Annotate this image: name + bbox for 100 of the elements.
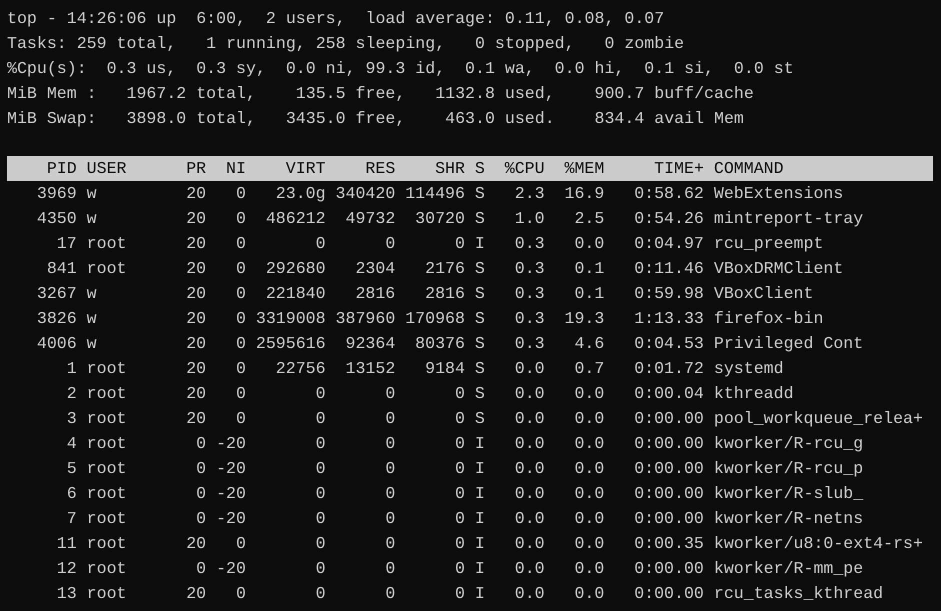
table-cell-text: 170968 [405, 308, 465, 330]
summary-line: Tasks: 259 total, 1 running, 258 sleeping, 0 stopped, 0 zombie [7, 33, 684, 55]
table-cell-text: -20 [216, 558, 246, 580]
table-cell-text: 12 [56, 558, 77, 580]
table-cell-text: 0 [316, 583, 326, 605]
table-cell-text: root [86, 383, 126, 405]
table-cell-text: 22756 [276, 358, 326, 380]
table-cell-text: 20 [186, 333, 206, 355]
table-cell-text: 0 [455, 458, 465, 480]
table-cell-text: S [474, 383, 485, 405]
table-cell-text: kworker/R-slub_ [714, 483, 864, 505]
table-cell-text: 3969 [36, 183, 77, 205]
column-header: PID [46, 158, 77, 180]
table-cell-text: 0.1 [574, 258, 604, 280]
table-cell-text: VBoxDRMClient [714, 258, 844, 280]
table-cell-text: 0 [236, 583, 246, 605]
table-cell-text: 0 [236, 333, 246, 355]
table-cell-text: 11 [56, 533, 77, 555]
table-cell-text: 0 [236, 308, 246, 330]
table-cell-text: w [86, 183, 97, 205]
table-cell-text: rcu_preempt [714, 233, 824, 255]
table-cell-text: 0:00.00 [634, 458, 704, 480]
table-cell-text: 0 [455, 508, 465, 530]
table-cell-text: 1 [66, 358, 77, 380]
table-cell-text: kworker/R-netns [714, 508, 864, 530]
table-cell-text: 0.0 [514, 533, 545, 555]
table-cell-text: 0.0 [514, 583, 545, 605]
table-cell-text: 0:00.00 [634, 583, 704, 605]
table-cell-text: 0.3 [514, 333, 545, 355]
table-cell-text: 0 [316, 558, 326, 580]
table-cell-text: 20 [186, 533, 206, 555]
table-cell-text: 20 [186, 208, 206, 230]
table-cell-text: 0.0 [574, 408, 604, 430]
table-cell-text: 0 [236, 208, 246, 230]
table-cell-text: 0:00.35 [634, 533, 704, 555]
table-cell-text: 0 [236, 383, 246, 405]
table-cell-text: 20 [186, 183, 206, 205]
table-cell-text: 20 [186, 308, 206, 330]
table-cell-text: 0 [316, 483, 326, 505]
table-cell-text: 49732 [345, 208, 396, 230]
table-cell-text: 0 [385, 458, 396, 480]
table-cell-text: 20 [186, 358, 206, 380]
table-cell-text: root [86, 533, 126, 555]
table-cell-text: 0:59.98 [634, 283, 704, 305]
column-header: %MEM [564, 158, 604, 180]
table-cell-text: 0 [455, 483, 465, 505]
table-cell-text: 16.9 [564, 183, 604, 205]
table-cell-text: 3 [66, 408, 77, 430]
table-cell-text: 0 [455, 408, 465, 430]
table-cell-text: kworker/R-mm_pe [714, 558, 864, 580]
table-cell-text: I [474, 508, 485, 530]
table-cell-text: 3826 [36, 308, 77, 330]
table-cell-text: 0.0 [514, 358, 545, 380]
table-cell-text: I [474, 233, 485, 255]
table-cell-text: I [474, 483, 485, 505]
table-cell-text: 0 [236, 258, 246, 280]
table-cell-text: 0.0 [514, 383, 545, 405]
table-cell-text: mintreport-tray [714, 208, 864, 230]
table-cell-text: -20 [216, 433, 246, 455]
table-cell-text: 3267 [36, 283, 77, 305]
table-cell-text: 0 [316, 233, 326, 255]
table-cell-text: S [474, 333, 485, 355]
column-header: USER [86, 158, 126, 180]
table-cell-text: 0:00.00 [634, 483, 704, 505]
table-cell-text: 0.0 [514, 508, 545, 530]
table-cell-text: 0.0 [574, 233, 604, 255]
table-cell-text: 0.0 [574, 383, 604, 405]
table-cell-text: w [86, 333, 97, 355]
column-header: %CPU [504, 158, 545, 180]
table-cell-text: 0 [385, 483, 396, 505]
table-cell-text: 4 [66, 433, 77, 455]
table-cell-text: kworker/R-rcu_g [714, 433, 864, 455]
table-cell-text: 0 [455, 558, 465, 580]
table-cell-text: rcu_tasks_kthread [714, 583, 884, 605]
table-cell-text: 13152 [345, 358, 396, 380]
table-cell-text: 0.3 [514, 258, 545, 280]
table-cell-text: I [474, 433, 485, 455]
table-cell-text: 0:11.46 [634, 258, 704, 280]
table-cell-text: 0:04.53 [634, 333, 704, 355]
table-cell-text: 0.3 [514, 233, 545, 255]
table-cell-text: root [86, 458, 126, 480]
table-cell-text: 0 [196, 433, 206, 455]
table-cell-text: 0 [236, 408, 246, 430]
table-cell-text: 0 [316, 533, 326, 555]
table-cell-text: 30720 [415, 208, 465, 230]
table-cell-text: root [86, 433, 126, 455]
table-cell-text: 9184 [425, 358, 465, 380]
table-cell-text: 0 [385, 508, 396, 530]
table-cell-text: 0 [196, 483, 206, 505]
column-header: RES [365, 158, 396, 180]
summary-line: %Cpu(s): 0.3 us, 0.3 sy, 0.0 ni, 99.3 id, 0.1 wa, 0.0 hi, 0.1 si, 0.0 st [7, 58, 794, 80]
table-cell-text: 0 [236, 183, 246, 205]
table-cell-text: root [86, 408, 126, 430]
table-cell-text: 0.0 [574, 433, 604, 455]
table-cell-text: 0.0 [574, 583, 604, 605]
table-cell-text: 13 [56, 583, 77, 605]
table-cell-text: 0:58.62 [634, 183, 704, 205]
table-cell-text: 0 [455, 583, 465, 605]
table-cell-text: 2816 [425, 283, 465, 305]
table-cell-text: 20 [186, 283, 206, 305]
